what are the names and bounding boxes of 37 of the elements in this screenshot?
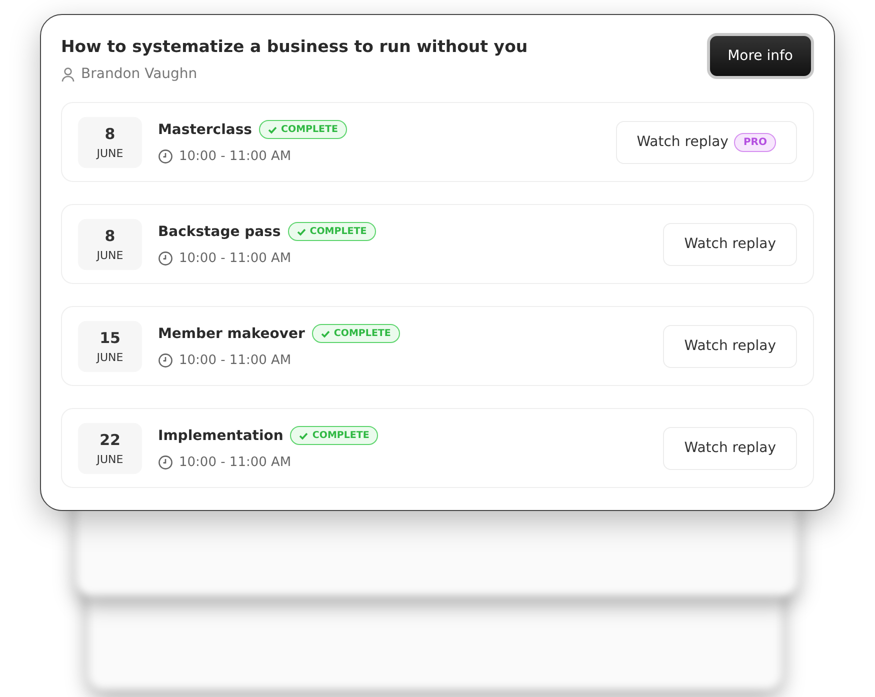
date-month: JUNE [96, 248, 124, 262]
watch-replay-button[interactable]: Watch replay [663, 222, 797, 266]
check-icon [296, 228, 306, 236]
clock-icon [158, 251, 173, 266]
session-title: Member makeover [158, 326, 305, 342]
date-day: 15 [100, 328, 120, 346]
session-time: 10:00 - 11:00 AM [179, 455, 292, 470]
course-title: How to systematize a business to run without you [61, 37, 528, 56]
author-name: Brandon Vaughn [81, 66, 198, 82]
status-badge: COMPLETE [288, 222, 376, 241]
date-month: JUNE [96, 350, 124, 364]
status-badge: COMPLETE [290, 426, 378, 445]
more-info-button[interactable]: More info [706, 33, 814, 79]
check-icon [299, 432, 308, 440]
clock-icon [158, 149, 173, 164]
date-day: 22 [100, 430, 120, 448]
session-time: 10:00 - 11:00 AM [179, 149, 292, 164]
status-badge: COMPLETE [312, 324, 400, 343]
date-day: 8 [104, 226, 116, 244]
session-title: Masterclass [158, 122, 252, 138]
watch-replay-button[interactable]: Watch replay PRO [616, 120, 797, 164]
clock-icon [158, 353, 173, 368]
session-time: 10:00 - 11:00 AM [179, 353, 292, 368]
date-month: JUNE [96, 146, 124, 160]
person-icon [61, 66, 75, 82]
date-month: JUNE [96, 452, 124, 466]
clock-icon [158, 455, 173, 470]
check-icon [320, 330, 330, 338]
session-title: Backstage pass [158, 224, 281, 240]
pro-badge: PRO [734, 132, 776, 152]
session-time: 10:00 - 11:00 AM [179, 251, 292, 266]
watch-replay-button[interactable]: Watch replay [663, 426, 797, 470]
date-day: 8 [104, 124, 116, 142]
session-title: Implementation [158, 428, 284, 444]
status-badge: COMPLETE [259, 120, 347, 139]
check-icon [268, 126, 278, 134]
watch-replay-button[interactable]: Watch replay [663, 324, 797, 368]
